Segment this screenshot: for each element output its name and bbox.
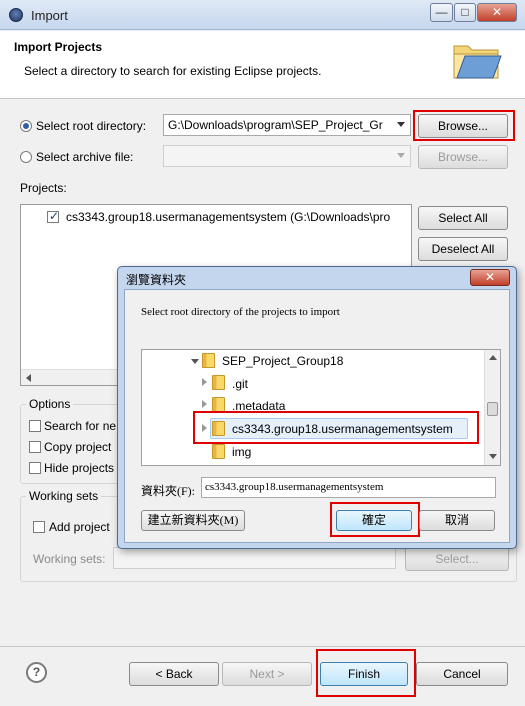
select-all-button[interactable]: Select All xyxy=(418,206,508,230)
folder-icon xyxy=(212,375,225,390)
title-bar: Import — □ ✕ xyxy=(0,0,525,30)
new-folder-button[interactable]: 建立新資料夾(M) xyxy=(141,510,245,531)
page-description: Select a directory to search for existin… xyxy=(24,64,322,78)
dialog-close-button[interactable]: ✕ xyxy=(470,269,510,286)
options-label: Options xyxy=(26,397,74,411)
cancel-button[interactable]: Cancel xyxy=(416,662,508,686)
scroll-left-icon[interactable] xyxy=(26,374,31,382)
deselect-all-button[interactable]: Deselect All xyxy=(418,237,508,261)
folder-tree[interactable]: SEP_Project_Group18 .git .metadata cs334… xyxy=(141,349,501,466)
archive-file-combo[interactable] xyxy=(163,145,411,167)
folder-icon xyxy=(212,444,225,459)
finish-button[interactable]: Finish xyxy=(320,662,408,686)
add-project-checkbox[interactable] xyxy=(33,521,45,533)
expand-icon[interactable] xyxy=(202,378,207,386)
archive-file-label: Select archive file: xyxy=(36,150,134,164)
copy-projects-checkbox[interactable] xyxy=(29,441,41,453)
project-checkbox[interactable] xyxy=(47,209,59,223)
folder-field-label: 資料夾(F): xyxy=(141,484,196,498)
hide-projects-label: Hide projects xyxy=(44,461,115,475)
search-nested-checkbox[interactable] xyxy=(29,420,41,432)
expand-icon[interactable] xyxy=(202,400,207,408)
minimize-button[interactable]: — xyxy=(430,3,453,22)
scroll-thumb[interactable] xyxy=(487,402,498,416)
archive-file-radio[interactable] xyxy=(20,151,32,163)
folder-field-value: cs3343.group18.usermanagementsystem xyxy=(205,481,384,493)
expand-icon[interactable] xyxy=(191,359,199,364)
ok-button[interactable]: 確定 xyxy=(336,510,412,531)
folder-icon xyxy=(212,397,225,412)
vertical-scrollbar[interactable] xyxy=(484,350,500,465)
archive-browse-button[interactable]: Browse... xyxy=(418,145,508,169)
chevron-down-icon xyxy=(397,153,405,158)
hide-projects-checkbox[interactable] xyxy=(29,462,41,474)
scroll-down-icon[interactable] xyxy=(489,454,497,459)
import-folder-icon xyxy=(453,45,502,79)
dialog-cancel-button[interactable]: 取消 xyxy=(419,510,495,531)
close-button[interactable]: ✕ xyxy=(477,3,517,22)
maximize-button[interactable]: □ xyxy=(454,3,476,22)
page-title: Import Projects xyxy=(14,40,103,54)
projects-label: Projects: xyxy=(20,181,67,195)
highlight-box xyxy=(193,411,479,444)
tree-item[interactable]: SEP_Project_Group18 xyxy=(222,354,343,368)
folder-icon xyxy=(202,353,215,368)
window-title: Import xyxy=(31,8,68,23)
tree-item[interactable]: img xyxy=(232,445,251,459)
scroll-up-icon[interactable] xyxy=(489,355,497,360)
tree-item[interactable]: .git xyxy=(232,377,248,391)
root-directory-combo[interactable]: G:\Downloads\program\SEP_Project_Gr xyxy=(163,114,411,136)
root-directory-radio[interactable] xyxy=(20,120,32,132)
copy-projects-label: Copy project xyxy=(44,440,112,454)
eclipse-icon xyxy=(9,8,23,22)
chevron-down-icon xyxy=(397,122,405,127)
browse-folder-dialog: 瀏覽資料夾 ✕ Select root directory of the pro… xyxy=(117,266,517,549)
add-project-label: Add project xyxy=(49,520,110,534)
dialog-title: 瀏覽資料夾 xyxy=(126,273,187,287)
project-item[interactable]: cs3343.group18.usermanagementsystem (G:\… xyxy=(66,210,390,224)
root-directory-label: Select root directory: xyxy=(36,119,147,133)
search-nested-label: Search for ne xyxy=(44,419,117,433)
footer-divider xyxy=(0,646,525,647)
help-icon[interactable]: ? xyxy=(26,662,47,683)
browse-button[interactable]: Browse... xyxy=(418,114,508,138)
working-sets-combo[interactable] xyxy=(113,547,396,569)
root-directory-value: G:\Downloads\program\SEP_Project_Gr xyxy=(168,118,383,132)
back-button[interactable]: < Back xyxy=(129,662,219,686)
wizard-header: Import Projects Select a directory to se… xyxy=(0,31,525,99)
working-sets-select-button[interactable]: Select... xyxy=(405,547,509,571)
working-sets-field-label: Working sets: xyxy=(33,552,106,566)
folder-field[interactable]: cs3343.group18.usermanagementsystem xyxy=(201,477,496,498)
working-sets-label: Working sets xyxy=(26,489,102,503)
next-button[interactable]: Next > xyxy=(222,662,312,686)
dialog-prompt: Select root directory of the projects to… xyxy=(141,306,340,318)
